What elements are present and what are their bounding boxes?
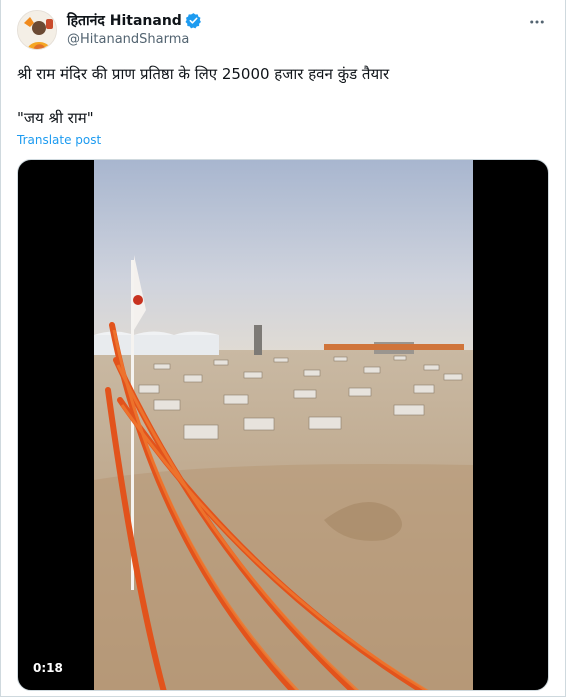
post-text: श्री राम मंदिर की प्राण प्रतिष्ठा के लिए… bbox=[17, 64, 547, 128]
author-handle[interactable]: @HitanandSharma bbox=[67, 32, 202, 47]
video-player[interactable]: 0:18 bbox=[17, 159, 549, 691]
post-header: हितानंद Hitanand @HitanandSharma bbox=[17, 10, 549, 50]
more-dots-icon bbox=[530, 20, 544, 24]
more-options-button[interactable] bbox=[527, 12, 547, 32]
author-display-name[interactable]: हितानंद Hitanand bbox=[67, 11, 182, 30]
video-frame bbox=[94, 160, 473, 690]
video-thumbnail bbox=[94, 160, 473, 690]
video-duration: 0:18 bbox=[27, 658, 69, 678]
post-text-line: श्री राम मंदिर की प्राण प्रतिष्ठा के लिए… bbox=[17, 65, 390, 83]
author-avatar[interactable] bbox=[17, 10, 57, 50]
post-text-quote: "जय श्री राम" bbox=[17, 109, 94, 127]
verified-badge-icon bbox=[185, 12, 201, 28]
profile-photo-avatar-icon bbox=[18, 11, 56, 49]
translate-post-link[interactable]: Translate post bbox=[17, 133, 101, 147]
